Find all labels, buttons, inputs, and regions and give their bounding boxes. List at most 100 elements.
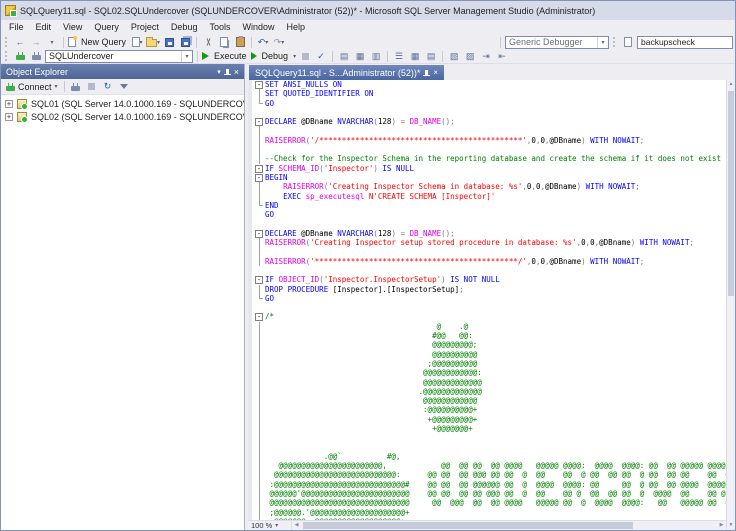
tree-item-server[interactable]: +SQL02 (SQL Server 14.0.1000.169 - SQLUN… [1,110,244,123]
available-databases-combobox[interactable]: SQLUndercover ▾ [45,50,193,63]
pin-tab-icon[interactable] [425,70,428,76]
code-line[interactable]: ;@@@@@@.'@@@@@@@@@@@@@@@@@@@@@+ [248,508,726,517]
outdent-button[interactable]: ⇤ [495,50,509,63]
execute-button[interactable]: Execute [202,50,249,63]
new-query-button[interactable]: New Query [68,36,128,49]
code-line[interactable]: #@@ @@: [248,331,726,340]
menu-view[interactable]: View [57,20,88,35]
undo-button[interactable]: ↶▾ [256,36,270,49]
code-line[interactable] [248,266,726,275]
menu-file[interactable]: File [3,20,30,35]
connect-database-button[interactable] [13,50,27,63]
uncomment-button[interactable]: ▨ [463,50,477,63]
menu-tools[interactable]: Tools [203,20,236,35]
horizontal-scroll-thumb[interactable] [303,522,633,529]
code-line[interactable] [248,303,726,312]
code-line[interactable]: -IF SCHEMA_ID('Inspector') IS NULL [248,164,726,173]
scroll-up-icon[interactable]: ▲ [727,80,735,89]
code-line[interactable]: -/* [248,312,726,321]
fold-gutter[interactable]: - [248,312,265,321]
code-line[interactable]: GO [248,210,726,219]
window-menu-icon[interactable]: ▾ [217,68,221,76]
results-to-grid-button[interactable]: ▦ [408,50,422,63]
fold-gutter[interactable]: - [248,117,265,126]
collapse-icon[interactable]: - [255,118,263,126]
save-button[interactable] [162,36,176,49]
code-line[interactable] [248,433,726,442]
fold-gutter[interactable]: - [248,173,265,182]
menu-query[interactable]: Query [88,20,125,35]
horizontal-scrollbar[interactable]: ◀ ▶ [292,521,726,530]
navigate-forward-icon[interactable]: → [29,36,43,49]
code-line[interactable]: @@@@@@@@@@@@: [248,368,726,377]
close-tab-icon[interactable]: × [433,69,438,77]
fold-gutter[interactable]: - [248,229,265,238]
code-line[interactable]: +@@@@@@@+ [248,424,726,433]
code-line[interactable]: @@@@@@'@@@@@@@@@@@@@@@@@@@@@@@@ @@ @@ @@… [248,489,726,498]
code-editor[interactable]: -SET ANSI_NULLS ONSET QUOTED_IDENTIFIER … [248,80,726,520]
code-line[interactable]: GO [248,294,726,303]
code-line[interactable] [248,219,726,228]
find-button[interactable] [621,36,635,49]
collapse-icon[interactable]: - [255,230,263,238]
menu-project[interactable]: Project [125,20,165,35]
filter-button[interactable] [117,80,131,93]
fold-gutter[interactable]: - [248,80,265,89]
menu-debug[interactable]: Debug [165,20,204,35]
code-line[interactable]: ;@@@@@@@@@@ [248,359,726,368]
code-line[interactable] [248,443,726,452]
paste-button[interactable] [233,36,247,49]
code-line[interactable]: EXEC sp_executesql N'CREATE SCHEMA [Insp… [248,192,726,201]
code-line[interactable] [248,145,726,154]
vertical-scrollbar[interactable]: ▲ ▼ [726,80,735,530]
expand-icon[interactable]: + [5,100,13,108]
code-line[interactable] [248,108,726,117]
code-line[interactable]: @ .@ [248,322,726,331]
results-to-file-button[interactable]: ▤ [424,50,438,63]
connect-button[interactable]: Connect ▾ [4,82,60,92]
code-line[interactable]: @@@@@@@@@@ [248,350,726,359]
change-connection-button[interactable] [29,50,43,63]
code-line[interactable] [248,126,726,135]
code-line[interactable]: END [248,201,726,210]
menu-help[interactable]: Help [280,20,311,35]
code-line[interactable]: RAISERROR('Creating Inspector setup stor… [248,238,726,247]
code-line[interactable]: +@@@@@@@@@+ [248,415,726,424]
open-file-button[interactable]: ▾ [146,36,160,49]
code-line[interactable]: -DECLARE @DBname NVARCHAR(128) = DB_NAME… [248,117,726,126]
comment-button[interactable]: ▧ [447,50,461,63]
code-line[interactable]: @@@@@@@@@@@@@@@@@@@@@@@@@@@@@@@ @@ @@@ @… [248,498,726,507]
scroll-down-icon[interactable]: ▼ [727,521,735,530]
code-line[interactable]: GO [248,99,726,108]
fold-gutter[interactable]: - [248,275,265,284]
debug-button[interactable]: Debug ▾ [251,50,297,63]
collapse-icon[interactable]: - [255,276,263,284]
code-line[interactable]: .@@@@@@@@@@@@@ [248,387,726,396]
menu-edit[interactable]: Edit [30,20,58,35]
redo-button[interactable]: ↷▾ [272,36,286,49]
collapse-icon[interactable]: - [255,313,263,321]
stop-button[interactable] [85,80,99,93]
code-line[interactable]: DROP PROCEDURE [Inspector].[InspectorSet… [248,285,726,294]
code-line[interactable]: @@@@@@@@@@@@@ [248,378,726,387]
code-line[interactable]: --Check for the Inspector Schema in the … [248,154,726,163]
code-line[interactable]: -SET ANSI_NULLS ON [248,80,726,89]
code-line[interactable]: SET QUOTED_IDENTIFIER ON [248,89,726,98]
copy-button[interactable] [217,36,231,49]
code-line[interactable]: RAISERROR('/****************************… [248,136,726,145]
scroll-left-icon[interactable]: ◀ [292,521,301,530]
estimated-plan-button[interactable]: ▤ [337,50,351,63]
save-all-button[interactable] [178,36,192,49]
tree-item-server[interactable]: +SQL01 (SQL Server 14.0.1000.169 - SQLUN… [1,97,244,110]
results-to-text-button[interactable]: ☰ [392,50,406,63]
collapse-icon[interactable]: - [255,165,263,173]
code-line[interactable]: :@@@@@@@@@@@@@@@@@@@@@@@@@@@@@# @@ @@ @@… [248,480,726,489]
code-line[interactable]: :@@@@@@@@@@+ [248,405,726,414]
navigate-dropdown-icon[interactable]: ▾ [45,36,59,49]
code-line[interactable]: @@@@@@@@@; [248,340,726,349]
indent-button[interactable]: ⇥ [479,50,493,63]
title-bar[interactable]: SQLQuery11.sql - SQL02.SQLUndercover (SQ… [1,1,735,20]
fold-gutter[interactable]: - [248,164,265,173]
navigate-back-icon[interactable]: ← [13,36,27,49]
object-explorer-header[interactable]: Object Explorer ▾ × [1,64,244,79]
